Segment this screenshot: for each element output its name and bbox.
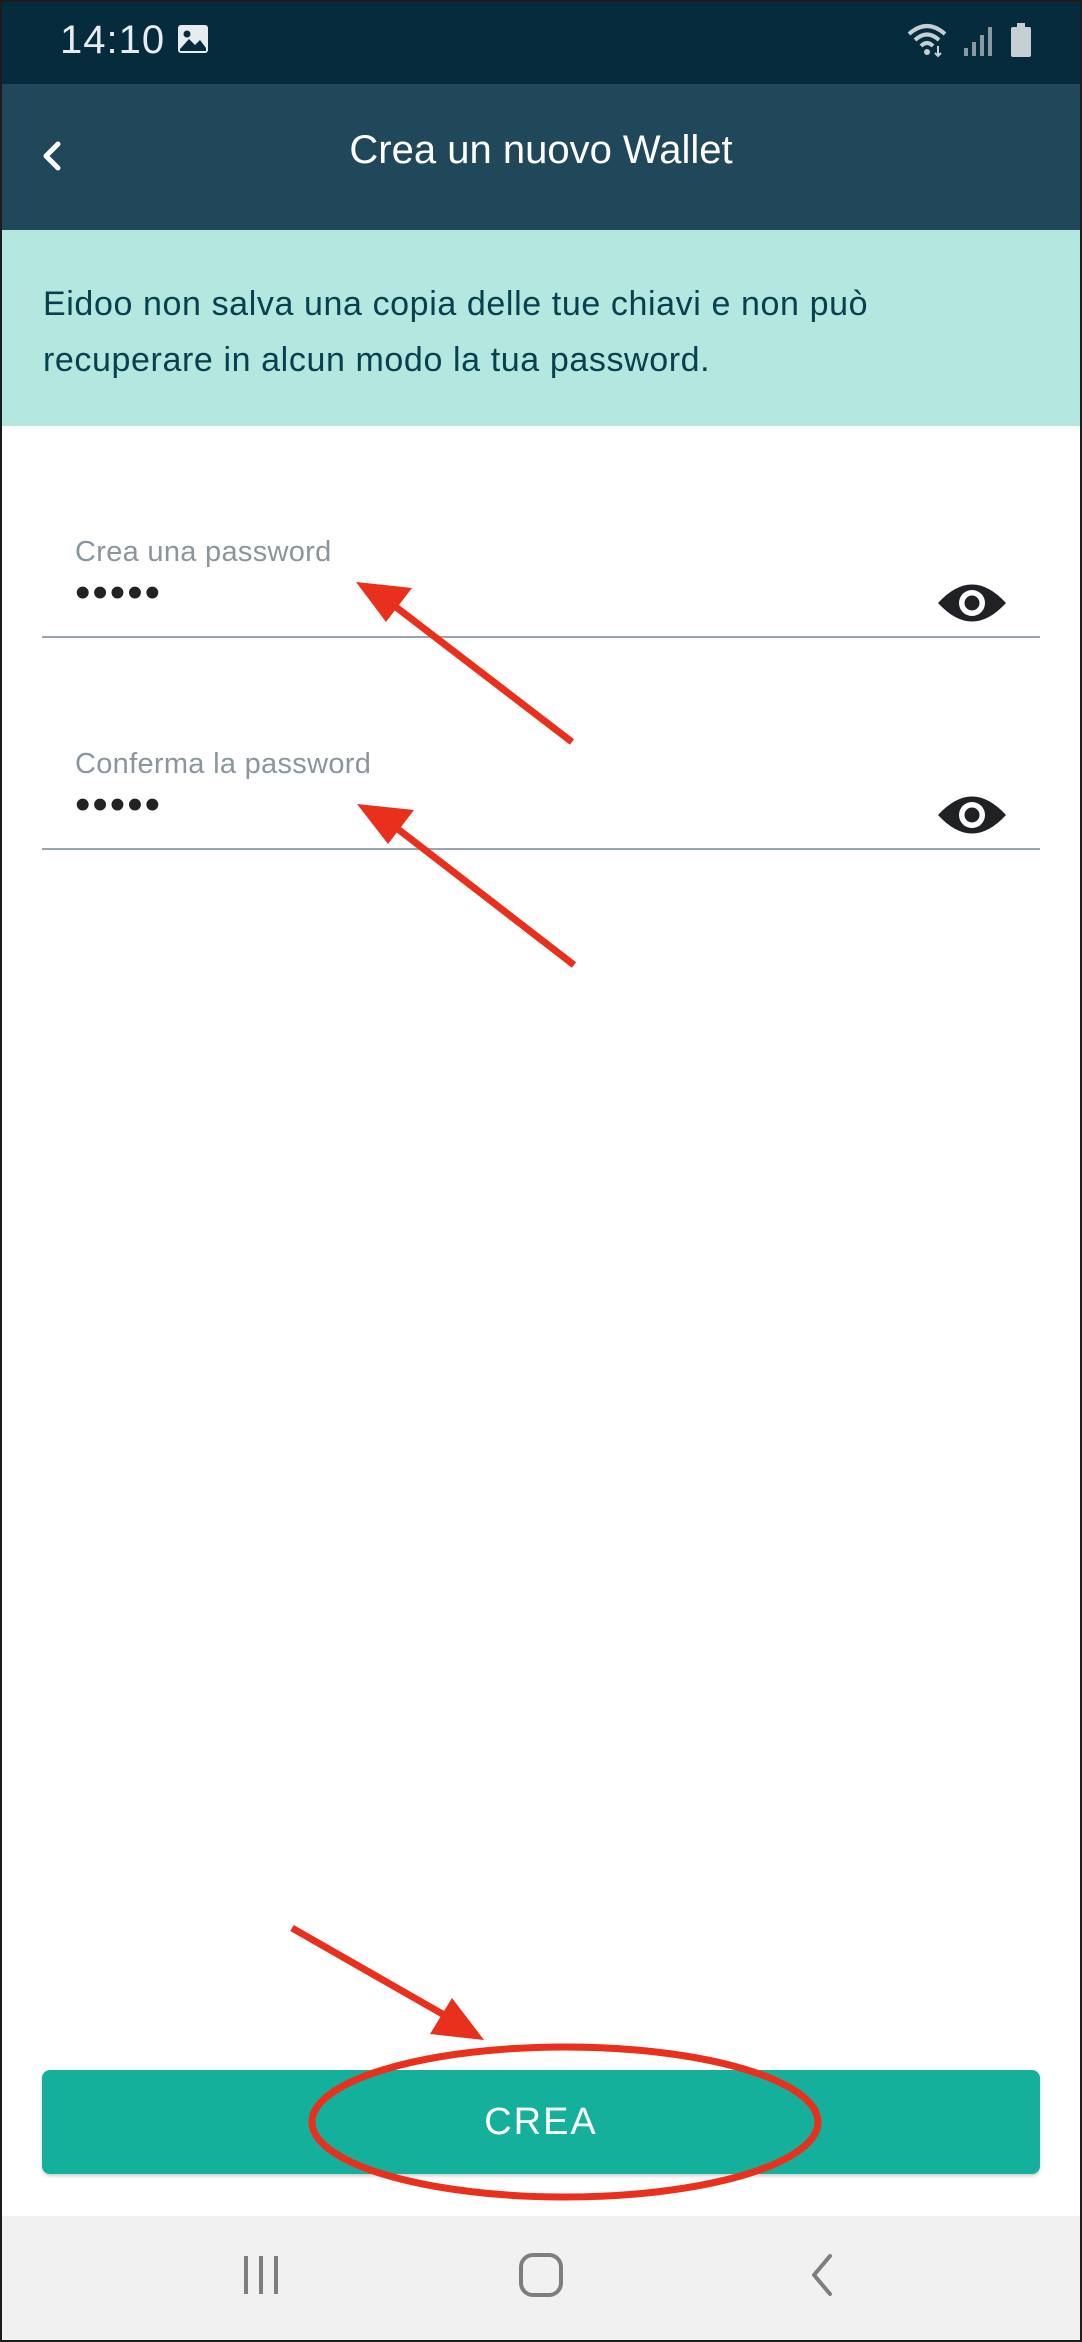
annotation-arrow: [290, 1924, 484, 2040]
annotation-arrow: [357, 804, 577, 968]
annotation-circle: [308, 2043, 822, 2201]
annotation-overlay: [290, 582, 822, 2201]
annotation-arrow: [356, 582, 575, 745]
